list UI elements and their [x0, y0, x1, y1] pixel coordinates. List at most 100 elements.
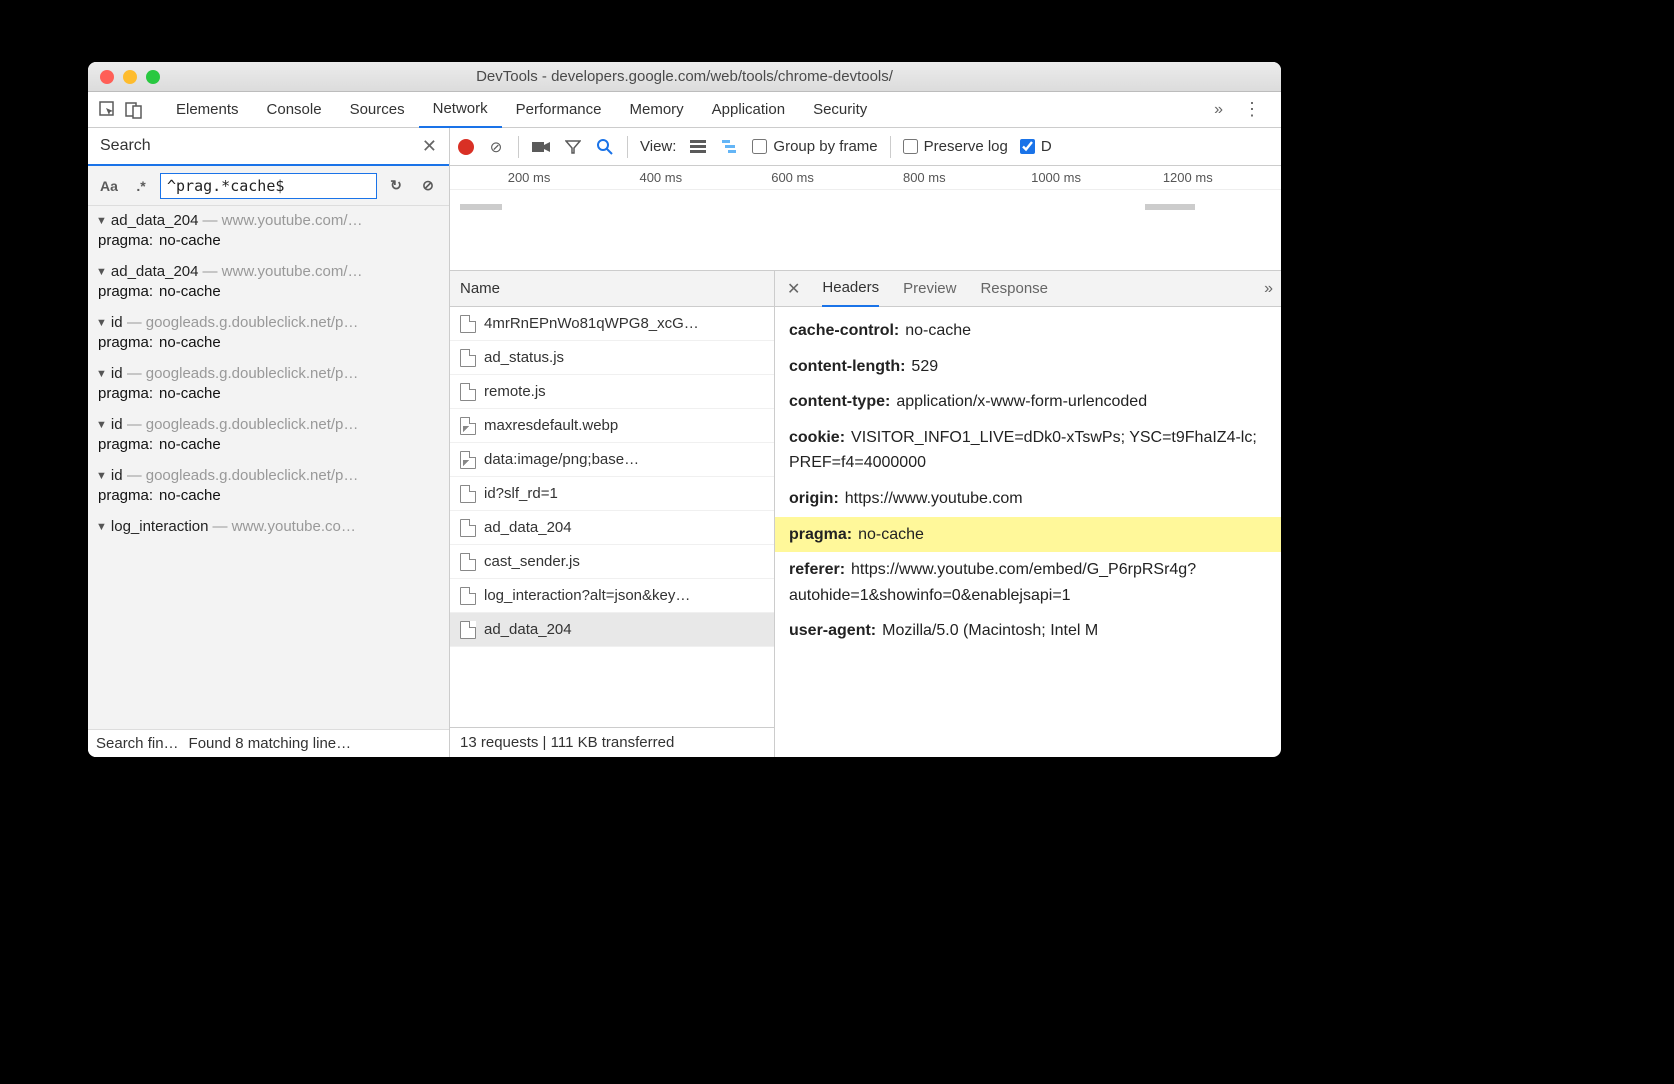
header-key: user-agent:	[789, 622, 876, 639]
search-icon[interactable]	[595, 137, 615, 157]
search-result[interactable]: ▼ad_data_204 — www.youtube.com/…pragma:n…	[88, 206, 449, 257]
chevron-down-icon: ▼	[96, 521, 107, 533]
search-match[interactable]: pragma:no-cache	[96, 436, 441, 453]
request-row[interactable]: data:image/png;base…	[450, 443, 774, 477]
header-row[interactable]: pragma:no-cache	[775, 517, 1281, 553]
timeline-tick: 400 ms	[639, 170, 682, 185]
request-name: log_interaction?alt=json&key…	[484, 587, 690, 604]
waterfall-icon[interactable]	[720, 137, 740, 157]
tab-application[interactable]: Application	[698, 92, 799, 128]
tab-security[interactable]: Security	[799, 92, 881, 128]
request-row[interactable]: maxresdefault.webp	[450, 409, 774, 443]
tab-console[interactable]: Console	[253, 92, 336, 128]
disable-cache-checkbox[interactable]: D	[1020, 138, 1052, 155]
request-name: ad_data_204	[484, 519, 572, 536]
request-row[interactable]: remote.js	[450, 375, 774, 409]
search-result[interactable]: ▼id — googleads.g.doubleclick.net/p…prag…	[88, 359, 449, 410]
request-name: cast_sender.js	[484, 553, 580, 570]
search-result[interactable]: ▼id — googleads.g.doubleclick.net/p…prag…	[88, 410, 449, 461]
tabs-overflow-icon[interactable]: »	[1204, 101, 1233, 119]
timeline-tick: 1200 ms	[1163, 170, 1213, 185]
header-row[interactable]: user-agent:Mozilla/5.0 (Macintosh; Intel…	[789, 613, 1281, 649]
header-row[interactable]: origin:https://www.youtube.com	[789, 481, 1281, 517]
large-rows-icon[interactable]	[688, 137, 708, 157]
tab-performance[interactable]: Performance	[502, 92, 616, 128]
clear-search-icon[interactable]: ⊘	[415, 173, 441, 199]
request-row[interactable]: ad_status.js	[450, 341, 774, 375]
more-options-icon[interactable]: ⋮	[1233, 99, 1271, 120]
timeline-overview[interactable]: 200 ms400 ms600 ms800 ms1000 ms1200 ms	[450, 166, 1281, 271]
refresh-search-icon[interactable]: ↻	[383, 173, 409, 199]
search-match[interactable]: pragma:no-cache	[96, 487, 441, 504]
result-url: — www.youtube.com/…	[202, 212, 362, 229]
close-search-icon[interactable]: ✕	[422, 136, 437, 157]
header-row[interactable]: content-type:application/x-www-form-urle…	[789, 384, 1281, 420]
close-detail-icon[interactable]: ✕	[783, 279, 804, 299]
tab-elements[interactable]: Elements	[162, 92, 253, 128]
request-summary: 13 requests | 111 KB transferred	[450, 727, 774, 757]
camera-icon[interactable]	[531, 137, 551, 157]
search-match[interactable]: pragma:no-cache	[96, 385, 441, 402]
title-bar: DevTools - developers.google.com/web/too…	[88, 62, 1281, 92]
search-result[interactable]: ▼ad_data_204 — www.youtube.com/…pragma:n…	[88, 257, 449, 308]
preserve-log-checkbox[interactable]: Preserve log	[903, 138, 1008, 155]
maximize-window-button[interactable]	[146, 70, 160, 84]
header-row[interactable]: referer:https://www.youtube.com/embed/G_…	[789, 552, 1281, 613]
header-row[interactable]: cookie:VISITOR_INFO1_LIVE=dDk0-xTswPs; Y…	[789, 420, 1281, 481]
request-row[interactable]: ad_data_204	[450, 511, 774, 545]
request-name: 4mrRnEPnWo81qWPG8_xcG…	[484, 315, 699, 332]
file-icon	[460, 383, 476, 401]
search-match[interactable]: pragma:no-cache	[96, 334, 441, 351]
search-result[interactable]: ▼id — googleads.g.doubleclick.net/p…prag…	[88, 308, 449, 359]
search-results: ▼ ad_data_204 — www.youtube.com/… pragma:n…	[88, 206, 449, 729]
header-key: referer:	[789, 561, 845, 578]
detail-tab-preview[interactable]: Preview	[903, 271, 956, 307]
header-row[interactable]: cache-control:no-cache	[789, 313, 1281, 349]
tab-network[interactable]: Network	[419, 92, 502, 128]
regex-button[interactable]: .*	[128, 173, 154, 199]
file-icon	[460, 349, 476, 367]
request-name: maxresdefault.webp	[484, 417, 618, 434]
request-row[interactable]: id?slf_rd=1	[450, 477, 774, 511]
header-key: cookie:	[789, 429, 845, 446]
result-url: — googleads.g.doubleclick.net/p…	[127, 467, 359, 484]
network-toolbar: ⊘ View: Gr	[450, 128, 1281, 166]
request-row[interactable]: cast_sender.js	[450, 545, 774, 579]
request-name: ad_status.js	[484, 349, 564, 366]
detail-tabs-overflow-icon[interactable]: »	[1264, 280, 1273, 298]
detail-tab-response[interactable]: Response	[980, 271, 1048, 307]
devtools-window: DevTools - developers.google.com/web/too…	[88, 62, 1281, 757]
header-key: content-type:	[789, 393, 890, 410]
inspect-element-icon[interactable]	[98, 100, 118, 120]
filter-icon[interactable]	[563, 137, 583, 157]
request-row[interactable]: ad_data_204	[450, 613, 774, 647]
header-row[interactable]: content-length:529	[789, 349, 1281, 385]
panel-tabs: ElementsConsoleSourcesNetworkPerformance…	[88, 92, 1281, 128]
detail-tab-headers[interactable]: Headers	[822, 271, 879, 307]
tab-sources[interactable]: Sources	[336, 92, 419, 128]
close-window-button[interactable]	[100, 70, 114, 84]
request-list-header[interactable]: Name	[450, 271, 774, 307]
search-match[interactable]: pragma:no-cache	[96, 232, 441, 249]
search-result[interactable]: ▼log_interaction — www.youtube.co…	[88, 512, 449, 546]
result-url: — googleads.g.doubleclick.net/p…	[127, 314, 359, 331]
result-name: id	[111, 467, 123, 484]
tab-memory[interactable]: Memory	[616, 92, 698, 128]
timeline-tick: 600 ms	[771, 170, 814, 185]
minimize-window-button[interactable]	[123, 70, 137, 84]
header-value: https://www.youtube.com	[845, 490, 1023, 507]
record-button[interactable]	[458, 139, 474, 155]
search-input[interactable]	[160, 173, 377, 199]
result-name: ad_data_204	[111, 212, 199, 229]
clear-icon[interactable]: ⊘	[486, 137, 506, 157]
search-match[interactable]: pragma:no-cache	[96, 283, 441, 300]
device-toggle-icon[interactable]	[124, 100, 144, 120]
result-url: — googleads.g.doubleclick.net/p…	[127, 416, 359, 433]
request-row[interactable]: log_interaction?alt=json&key…	[450, 579, 774, 613]
headers-content: cache-control:no-cachecontent-length:529…	[775, 307, 1281, 757]
header-key: content-length:	[789, 358, 905, 375]
request-row[interactable]: 4mrRnEPnWo81qWPG8_xcG…	[450, 307, 774, 341]
group-by-frame-checkbox[interactable]: Group by frame	[752, 138, 877, 155]
match-case-button[interactable]: Aa	[96, 173, 122, 199]
search-result[interactable]: ▼id — googleads.g.doubleclick.net/p…prag…	[88, 461, 449, 512]
